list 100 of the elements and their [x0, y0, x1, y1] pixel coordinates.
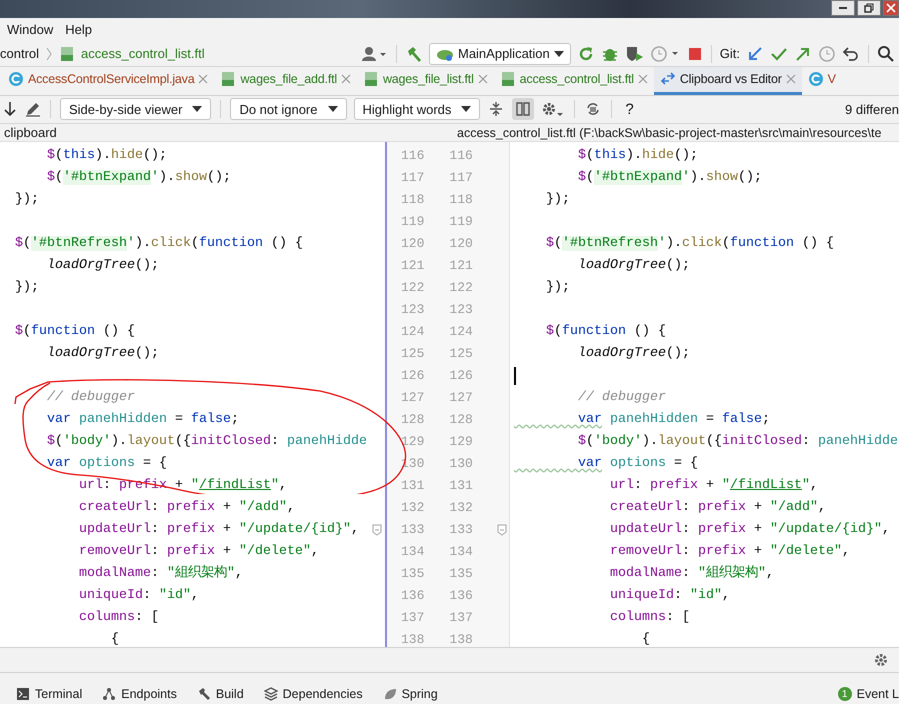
line-number: 128 — [401, 411, 424, 430]
minimize-button[interactable] — [831, 0, 855, 16]
ignore-dropdown[interactable]: Do not ignore — [230, 98, 346, 120]
code-line: }); — [15, 192, 39, 208]
search-icon[interactable] — [877, 44, 895, 63]
tool-window-button[interactable]: Terminal — [16, 687, 82, 702]
line-number: 128 — [449, 411, 473, 430]
terminal-icon — [16, 687, 30, 702]
breadcrumb-item[interactable]: control — [0, 46, 40, 62]
close-button[interactable] — [883, 0, 899, 16]
code-line: uniqueId: "id", — [78, 588, 199, 604]
pencil-icon[interactable] — [25, 101, 41, 118]
line-number: 136 — [401, 587, 424, 606]
sync-scroll-toggle[interactable] — [512, 98, 534, 120]
code-line: loadOrgTree(); — [576, 346, 690, 362]
restore-button[interactable] — [857, 0, 881, 16]
restore-icon — [864, 3, 874, 13]
line-number: 136 — [449, 587, 473, 606]
code-line: $(function () { — [15, 324, 135, 340]
close-icon[interactable] — [478, 74, 488, 84]
editor-tab[interactable]: Clipboard vs Editor — [654, 67, 802, 95]
highlight-dropdown[interactable]: Highlight words — [354, 98, 480, 120]
line-number: 129 — [449, 433, 473, 452]
line-number: 130 — [449, 455, 473, 474]
code-line: modalName: "組织架构", — [78, 566, 243, 582]
stop-icon[interactable] — [686, 46, 703, 62]
caret-icon — [461, 106, 472, 112]
line-number: 126 — [449, 367, 473, 386]
code-line: $('#btnExpand').show(); — [46, 170, 231, 186]
run-configuration-dropdown[interactable]: MainApplication — [428, 42, 571, 65]
breadcrumb-item[interactable]: access_control_list.ftl — [81, 46, 205, 62]
close-icon[interactable] — [198, 74, 208, 84]
fold-icon[interactable] — [372, 524, 382, 536]
line-number: 120 — [449, 235, 473, 254]
code-line: updateUrl: prefix + "/update/{id}", — [608, 522, 890, 538]
editor-tab[interactable]: wages_file_add.ftl — [214, 67, 357, 95]
code-line: { — [640, 632, 650, 648]
menu-item[interactable]: Window — [7, 22, 54, 37]
line-number: 124 — [449, 323, 473, 342]
file-icon — [500, 71, 516, 88]
settings-icon[interactable] — [873, 652, 889, 668]
editor-tab[interactable]: V — [802, 67, 842, 95]
viewer-dropdown[interactable]: Side-by-side viewer — [60, 98, 212, 120]
close-icon[interactable] — [786, 74, 796, 84]
line-number: 121 — [401, 257, 424, 276]
code-line: removeUrl: prefix + "/delete", — [608, 544, 850, 560]
code-line: $('body').layout({initClosed: panehHidde — [46, 434, 367, 450]
event-log-button[interactable]: 1 Event L — [838, 687, 899, 702]
line-number: 118 — [449, 191, 473, 210]
settings-icon[interactable] — [541, 100, 566, 118]
editor-tab[interactable]: access_control_list.ftl — [494, 67, 654, 95]
class-icon — [8, 71, 24, 88]
editor-tab[interactable]: wages_file_list.ftl — [356, 67, 494, 95]
line-number: 122 — [449, 279, 473, 298]
shield-play-icon[interactable] — [624, 44, 645, 63]
line-number: 138 — [449, 631, 473, 650]
line-number: 124 — [401, 323, 424, 342]
fold-icon[interactable] — [497, 524, 507, 536]
clock-icon[interactable] — [818, 44, 836, 63]
tool-window-button[interactable]: Dependencies — [264, 687, 363, 702]
code-line: $(this).hide(); — [576, 148, 698, 164]
help-button[interactable]: ? — [621, 100, 638, 118]
leaf-icon — [382, 687, 397, 702]
close-icon[interactable] — [638, 74, 648, 84]
tool-window-button[interactable]: Spring — [382, 687, 438, 702]
caret-icon — [192, 106, 202, 112]
line-number: 131 — [401, 477, 424, 496]
line-number: 137 — [449, 609, 473, 628]
line-number: 116 — [401, 147, 424, 166]
user-icon[interactable] — [362, 46, 388, 62]
line-number: 129 — [401, 433, 424, 452]
line-number: 132 — [401, 499, 424, 518]
editor-tab[interactable]: AccessControlServiceImpl.java — [2, 67, 214, 95]
columns-icon — [514, 100, 532, 118]
line-number: 131 — [449, 477, 473, 496]
menu-item[interactable]: Help — [65, 22, 92, 37]
code-line: columns: [ — [608, 610, 690, 626]
arrow-icon[interactable] — [746, 44, 764, 63]
hammer-icon — [196, 687, 211, 702]
undo-icon[interactable] — [842, 44, 860, 63]
close-icon — [886, 3, 896, 13]
down-arrow-icon[interactable] — [2, 101, 18, 118]
tool-window-button[interactable]: Endpoints — [102, 687, 177, 702]
code-line: $('#btnExpand').show(); — [576, 170, 762, 186]
code-line: $('#btnRefresh').click(function () { — [15, 236, 303, 252]
code-line: loadOrgTree(); — [576, 258, 690, 274]
file-path: access_control_list.ftl (F:\backSw\basic-project-master\src\main\resources\te — [457, 126, 882, 140]
nodes-icon — [102, 687, 116, 702]
line-number: 132 — [449, 499, 473, 518]
line-number: 134 — [401, 543, 424, 562]
code-line: // debugger — [576, 390, 666, 406]
tool-window-button[interactable]: Build — [196, 687, 244, 702]
line-number: 123 — [401, 301, 424, 320]
line-number: 133 — [401, 521, 424, 540]
code-line: createUrl: prefix + "/add", — [78, 500, 295, 516]
line-number: 138 — [401, 631, 424, 650]
line-number: 127 — [401, 389, 424, 408]
profiler-icon[interactable] — [650, 44, 681, 63]
code-line: var options = { — [576, 456, 698, 472]
close-icon[interactable] — [340, 74, 351, 84]
